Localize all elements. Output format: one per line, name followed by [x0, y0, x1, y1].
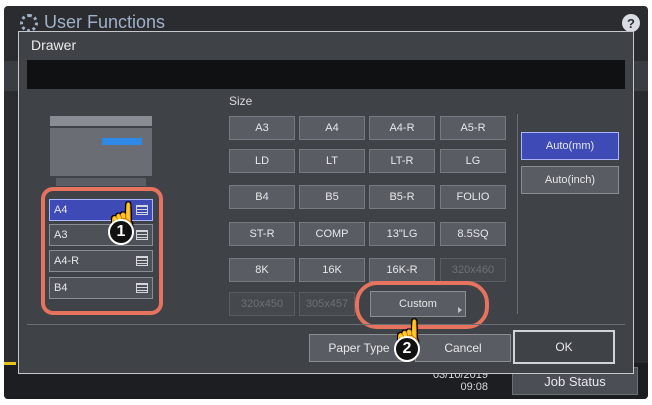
menu-icon	[136, 283, 148, 293]
status-indicator	[4, 362, 16, 365]
ok-button[interactable]: OK	[513, 330, 615, 364]
size-folio-button[interactable]: FOLIO	[440, 185, 506, 209]
custom-size-button[interactable]: Custom	[370, 291, 466, 317]
size-16k-r-button[interactable]: 16K-R	[369, 258, 435, 282]
size-8-5sq-button[interactable]: 8.5SQ	[440, 222, 506, 246]
app-title-text: User Functions	[44, 12, 166, 32]
auto-mm-button[interactable]: Auto(mm)	[521, 132, 619, 160]
drawer-item-label: A4-R	[54, 255, 80, 267]
printer-panel	[102, 138, 142, 145]
size-a5-r-button[interactable]: A5-R	[440, 116, 506, 140]
size-lt-r-button[interactable]: LT-R	[369, 149, 435, 173]
cancel-button[interactable]: Cancel	[415, 334, 511, 362]
size-lg-button[interactable]: LG	[440, 149, 506, 173]
size-320x450-button: 320x450	[229, 292, 295, 316]
size-16k-button[interactable]: 16K	[299, 258, 365, 282]
size-a3-button[interactable]: A3	[229, 116, 295, 140]
auto-inch-button[interactable]: Auto(inch)	[521, 166, 619, 194]
size-b5-button[interactable]: B5	[299, 185, 365, 209]
printer-output-tray	[56, 178, 146, 186]
size-8k-button[interactable]: 8K	[229, 258, 295, 282]
size-a4-r-button[interactable]: A4-R	[369, 116, 435, 140]
drawer-item-label: A4	[54, 204, 68, 216]
printer-illustration	[50, 116, 152, 188]
size-label: Size	[229, 94, 253, 108]
size-b4-button[interactable]: B4	[229, 185, 295, 209]
footer-divider	[27, 324, 625, 325]
drawer-item-label: A3	[54, 229, 68, 241]
vertical-divider	[517, 114, 518, 314]
drawer-item-a4-r[interactable]: A4-R	[49, 250, 153, 272]
message-bar	[27, 60, 625, 89]
size-lt-button[interactable]: LT	[299, 149, 365, 173]
size-305x457-button: 305x457	[299, 292, 355, 316]
dialog-title: Drawer	[31, 37, 77, 53]
size-320x460-button: 320x460	[440, 258, 506, 282]
printer-body	[50, 128, 152, 176]
menu-icon	[136, 256, 148, 266]
drawer-item-label: B4	[54, 282, 68, 294]
size-a4-button[interactable]: A4	[299, 116, 365, 140]
step-number: 2	[394, 336, 420, 362]
app-title: User Functions	[20, 12, 165, 33]
size-comp-button[interactable]: COMP	[299, 222, 365, 246]
step-1-callout: ☝ 1	[104, 203, 141, 245]
size-st-r-button[interactable]: ST-R	[229, 222, 295, 246]
help-button[interactable]: ?	[622, 14, 640, 32]
printer-top	[50, 116, 152, 126]
drawer-item-b4[interactable]: B4	[49, 277, 153, 299]
step-number: 1	[108, 219, 134, 245]
size-b5-r-button[interactable]: B5-R	[369, 185, 435, 209]
step-2-callout: ☝ 2	[390, 320, 427, 362]
size-ld-button[interactable]: LD	[229, 149, 295, 173]
gear-icon	[20, 13, 38, 32]
size-13lg-button[interactable]: 13"LG	[369, 222, 435, 246]
